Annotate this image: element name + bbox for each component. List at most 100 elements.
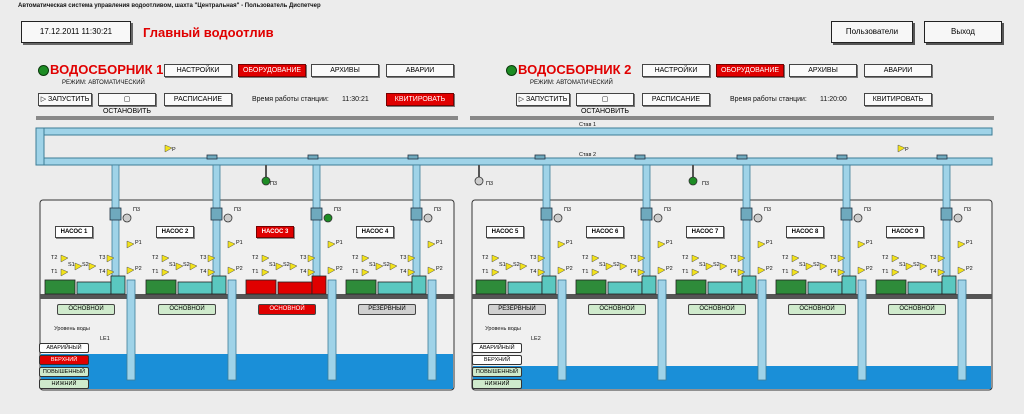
pump-gauge-label: П3 [764, 207, 772, 213]
pressure-flag-label: P [905, 147, 909, 153]
valve-icon [936, 154, 948, 160]
pump-riser-pipe [312, 164, 321, 286]
level1-upper: ВЕРХНИЙ [39, 355, 89, 365]
pump-mode-button[interactable]: ОСНОВНОЙ [158, 304, 216, 315]
sensor-label-t1: T1 [782, 269, 789, 275]
pressure-gauge-icon [753, 213, 763, 223]
pump-name[interactable]: НАСОС 7 [686, 226, 724, 238]
sensor-label-s2: S2 [82, 262, 89, 268]
motor-icon [245, 279, 277, 295]
pump-head-icon [411, 275, 427, 295]
sensor-label-p1: P1 [966, 240, 973, 246]
sensor-label-t3: T3 [99, 255, 106, 261]
pump-mode-button[interactable]: РЕЗЕРВНЫЙ [358, 304, 416, 315]
pump-mode-button[interactable]: РЕЗЕРВНЫЙ [488, 304, 546, 315]
gauge-stem [478, 165, 480, 177]
pump-name[interactable]: НАСОС 5 [486, 226, 524, 238]
sensor-label-t1: T1 [51, 269, 58, 275]
pump-name[interactable]: НАСОС 2 [156, 226, 194, 238]
sensor-label-p2: P2 [236, 266, 243, 272]
pump-name[interactable]: НАСОС 6 [586, 226, 624, 238]
pump-name[interactable]: НАСОС 1 [55, 226, 93, 238]
sensor-label-t4: T4 [830, 269, 837, 275]
sensor-label-s1: S1 [169, 262, 176, 268]
motor-icon [345, 279, 377, 295]
suction-pipe [657, 279, 667, 381]
suction-pipe [327, 279, 337, 381]
pump-riser-pipe [412, 164, 421, 286]
pump-gauge-label: П3 [564, 207, 572, 213]
pump-body-icon [76, 281, 112, 295]
pump-riser-pipe [842, 164, 851, 286]
sensor-label-s2: S2 [383, 262, 390, 268]
sensor-label-s1: S1 [599, 262, 606, 268]
level2-lower: НИЖНИЙ [472, 379, 522, 389]
pressure-gauge-icon [261, 176, 271, 186]
pump-body-icon [607, 281, 643, 295]
motor-icon [775, 279, 807, 295]
suction-pipe [857, 279, 867, 381]
sensor-label-t2: T2 [582, 255, 589, 261]
valve-icon [407, 154, 419, 160]
sensor-label-t2: T2 [152, 255, 159, 261]
pump-body-icon [377, 281, 413, 295]
pump-head-icon [110, 275, 126, 295]
pump-mode-button[interactable]: ОСНОВНОЙ [258, 304, 316, 315]
level1-raised: ПОВЫШЕННЫЙ [39, 367, 89, 377]
le2-label: LE2 [531, 336, 541, 342]
pump-riser-pipe [212, 164, 221, 286]
sensor-label-s1: S1 [499, 262, 506, 268]
pump-name[interactable]: НАСОС 3 [256, 226, 294, 238]
sensor-label-t2: T2 [51, 255, 58, 261]
sensor-label-t1: T1 [252, 269, 259, 275]
motor-icon [145, 279, 177, 295]
pump-riser-pipe [942, 164, 951, 286]
pressure-gauge-icon [653, 213, 663, 223]
sensor-label-s2: S2 [283, 262, 290, 268]
sensor-label-s2: S2 [183, 262, 190, 268]
pump-head-icon [741, 275, 757, 295]
pump-head-icon [941, 275, 957, 295]
pump-mode-button[interactable]: ОСНОВНОЙ [888, 304, 946, 315]
sensor-label-t3: T3 [830, 255, 837, 261]
sensor-label-t1: T1 [482, 269, 489, 275]
pump-riser-pipe [742, 164, 751, 286]
pump-name[interactable]: НАСОС 8 [786, 226, 824, 238]
pump-name[interactable]: НАСОС 9 [886, 226, 924, 238]
valve-icon [410, 207, 423, 221]
sensor-label-p1: P1 [866, 240, 873, 246]
sensor-label-t4: T4 [930, 269, 937, 275]
sensor-label-s2: S2 [813, 262, 820, 268]
pump-mode-button[interactable]: ОСНОВНОЙ [688, 304, 746, 315]
pump-gauge-label: П3 [133, 207, 141, 213]
sensor-label-s2: S2 [513, 262, 520, 268]
valve-icon [940, 207, 953, 221]
sensor-label-t4: T4 [630, 269, 637, 275]
valve-icon [540, 207, 553, 221]
pump-mode-button[interactable]: ОСНОВНОЙ [788, 304, 846, 315]
pump-mode-button[interactable]: ОСНОВНОЙ [57, 304, 115, 315]
sensor-label-t1: T1 [352, 269, 359, 275]
level2-title: Уровень воды [485, 326, 521, 332]
sensor-label-t2: T2 [782, 255, 789, 261]
valve-icon [307, 154, 319, 160]
sensor-label-p2: P2 [666, 266, 673, 272]
stan2-label: Став 2 [579, 152, 596, 158]
pump-head-icon [211, 275, 227, 295]
le1-label: LE1 [100, 336, 110, 342]
pump-name[interactable]: НАСОС 4 [356, 226, 394, 238]
pump-gauge-label: П3 [864, 207, 872, 213]
motor-icon [875, 279, 907, 295]
sensor-label-s2: S2 [713, 262, 720, 268]
sensor-label-t3: T3 [930, 255, 937, 261]
sensor-label-t1: T1 [882, 269, 889, 275]
sensor-label-p1: P1 [436, 240, 443, 246]
sensor-label-s2: S2 [913, 262, 920, 268]
pump-body-icon [507, 281, 543, 295]
pump-riser-pipe [642, 164, 651, 286]
pump-mode-button[interactable]: ОСНОВНОЙ [588, 304, 646, 315]
sensor-label-t2: T2 [682, 255, 689, 261]
sensor-label-t4: T4 [730, 269, 737, 275]
pressure-gauge-label: П3 [702, 181, 710, 187]
pump-body-icon [907, 281, 943, 295]
